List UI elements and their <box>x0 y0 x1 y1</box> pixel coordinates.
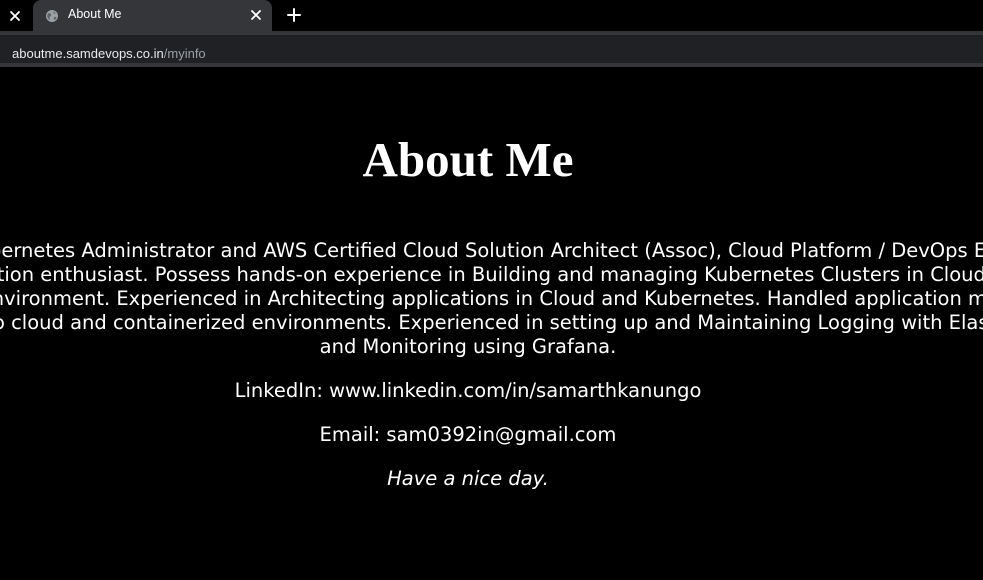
browser-toolbar: aboutme.samdevops.co.in/myinfo <box>0 31 983 67</box>
url-host: aboutme.samdevops.co.in <box>12 46 164 61</box>
url-path: /myinfo <box>163 46 206 61</box>
page-title: About Me <box>362 132 574 187</box>
page-viewport: About Me Certified Kubernetes Administra… <box>0 67 983 580</box>
linkedin-text: LinkedIn: www.linkedin.com/in/samarthkan… <box>234 379 702 402</box>
tab-close-icon[interactable] <box>247 6 265 24</box>
previous-tab-close-icon[interactable] <box>6 7 24 25</box>
globe-icon <box>45 8 59 22</box>
email-text: Email: sam0392in@gmail.com <box>319 423 617 446</box>
address-bar[interactable]: aboutme.samdevops.co.in/myinfo <box>0 35 983 63</box>
tab-about-me[interactable]: About Me <box>33 0 272 31</box>
bio-line: on-premise environment. Experienced in A… <box>0 287 983 310</box>
page-content: About Me Certified Kubernetes Administra… <box>0 67 983 491</box>
tab-title: About Me <box>68 7 122 21</box>
bio-line: Certified Kubernetes Administrator and A… <box>0 239 983 262</box>
address-url[interactable]: aboutme.samdevops.co.in/myinfo <box>12 46 206 62</box>
bio-line: from legacy to cloud and containerized e… <box>0 311 983 334</box>
signoff-text: Have a nice day. <box>387 467 549 490</box>
tab-strip: About Me <box>0 0 983 31</box>
new-tab-plus-icon[interactable] <box>284 5 304 25</box>
bio-line: and Monitoring using Grafana. <box>319 335 617 358</box>
bio-line: and an automation enthusiast. Possess ha… <box>0 263 983 286</box>
bio-paragraph: Certified Kubernetes Administrator and A… <box>0 239 983 359</box>
